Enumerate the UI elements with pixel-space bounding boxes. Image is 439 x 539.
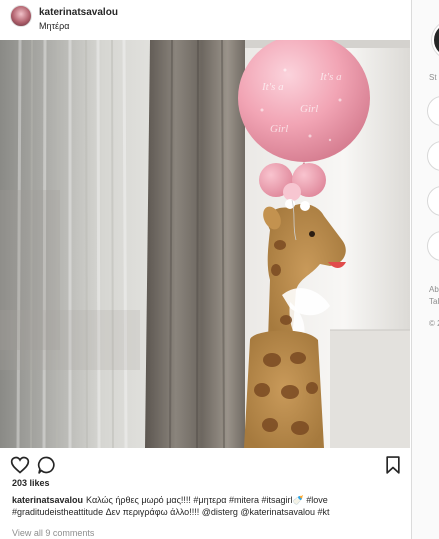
footer-link[interactable]: Tal (429, 297, 439, 306)
suggestion-avatar[interactable] (427, 96, 439, 126)
suggestion-avatar[interactable] (427, 186, 439, 216)
post-caption: katerinatsavalou Καλώς ήρθες μωρό μας!!!!… (12, 494, 404, 518)
suggestion-avatar[interactable] (427, 231, 439, 261)
svg-text:It's a: It's a (319, 71, 342, 83)
right-sidebar: St Ab Tal © 2 (412, 0, 439, 539)
caption-username[interactable]: katerinatsavalou (12, 495, 83, 505)
comment-icon[interactable] (37, 455, 57, 475)
view-comments-link[interactable]: View all 9 comments (12, 528, 94, 538)
post-header: katerinatsavalou Μητέρα (0, 0, 411, 39)
user-avatar[interactable] (10, 5, 32, 27)
svg-text:Girl: Girl (300, 103, 318, 115)
footer-link[interactable]: Ab (429, 285, 439, 294)
sidebar-section-label: St (429, 73, 437, 82)
heart-icon[interactable] (10, 455, 30, 475)
bookmark-icon[interactable] (383, 455, 403, 475)
suggestion-avatar[interactable] (427, 141, 439, 171)
footer-copyright: © 2 (429, 319, 439, 328)
post-username[interactable]: katerinatsavalou (39, 7, 118, 18)
likes-count[interactable]: 203 likes (12, 478, 50, 488)
svg-text:It's a: It's a (261, 81, 284, 93)
post-card: katerinatsavalou Μητέρα It's a Girl It's… (0, 0, 412, 539)
post-actions (0, 455, 411, 477)
post-photo[interactable]: It's a Girl It's a Girl (0, 40, 410, 448)
post-location[interactable]: Μητέρα (39, 21, 69, 31)
profile-avatar-icon[interactable] (432, 21, 439, 59)
svg-text:Girl: Girl (270, 123, 288, 135)
